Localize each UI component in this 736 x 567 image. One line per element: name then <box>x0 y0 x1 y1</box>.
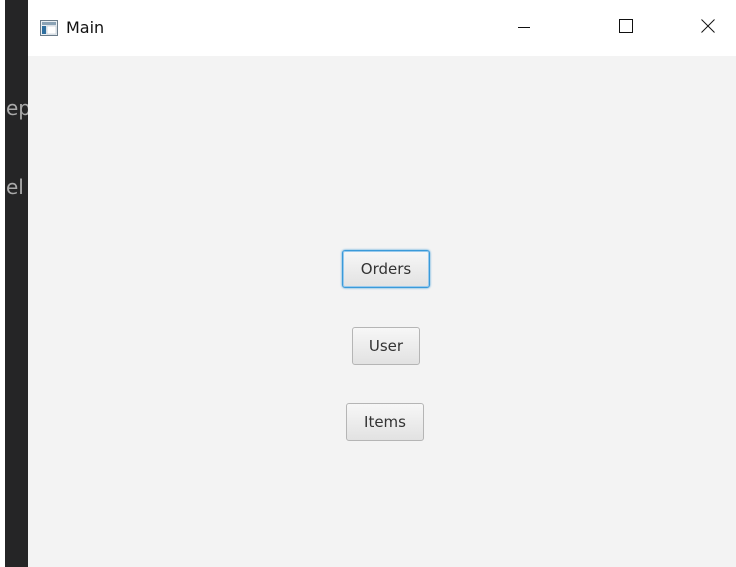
title-bar[interactable]: Main <box>28 0 736 56</box>
maximize-icon <box>618 18 634 38</box>
background-window: ep el <box>0 0 28 567</box>
java-app-icon <box>40 20 58 36</box>
orders-button[interactable]: Orders <box>342 250 430 288</box>
close-button[interactable] <box>684 0 732 56</box>
user-button[interactable]: User <box>352 327 420 365</box>
main-window: Main Orders User Items <box>28 0 736 567</box>
window-title: Main <box>66 18 105 37</box>
minimize-button[interactable] <box>500 0 548 56</box>
background-window-edge <box>0 0 5 567</box>
minimize-icon <box>517 19 531 38</box>
maximize-button[interactable] <box>602 0 650 56</box>
window-content: Orders User Items <box>28 56 736 567</box>
close-icon <box>700 18 716 38</box>
background-window-text: el <box>6 175 24 199</box>
items-button[interactable]: Items <box>346 403 424 441</box>
background-window-text: ep <box>6 96 28 120</box>
screen: ep el Main Orders User Items <box>0 0 736 567</box>
